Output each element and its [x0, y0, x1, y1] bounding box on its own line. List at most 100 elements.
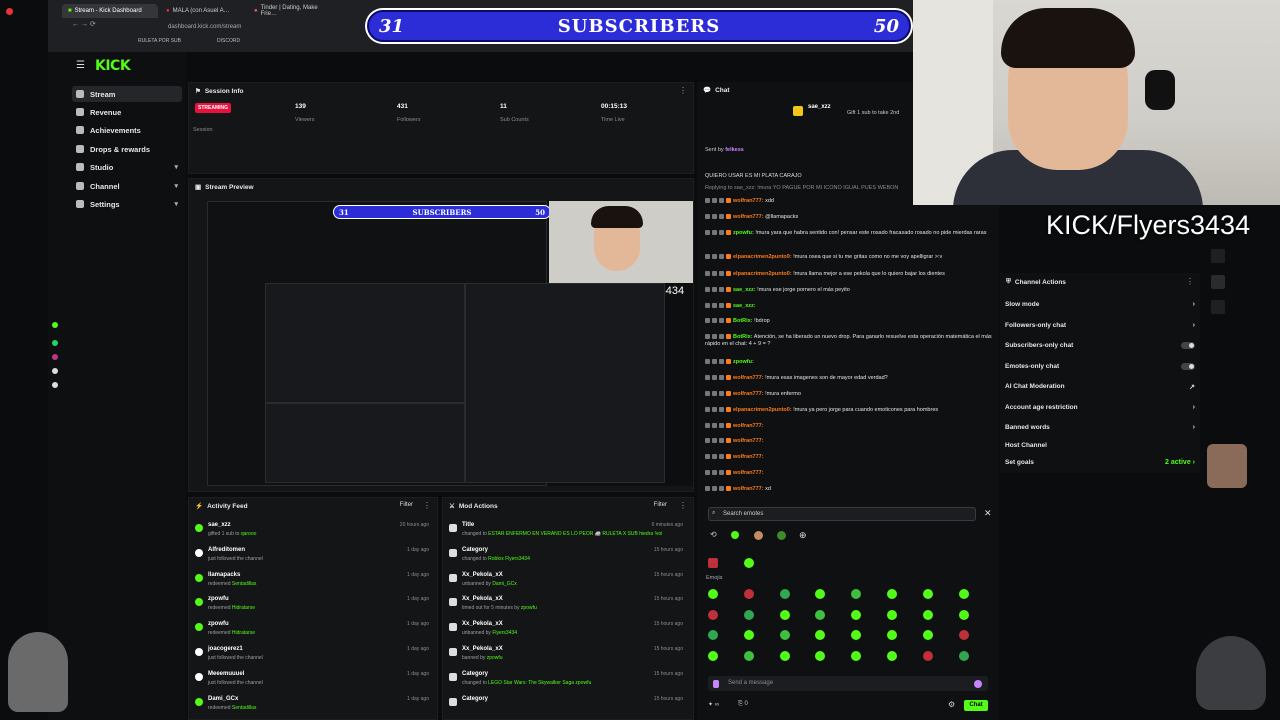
- chat-username[interactable]: elpanacrimen2punto0:: [733, 271, 792, 277]
- close-icon[interactable]: ✕: [984, 508, 992, 519]
- emoji-emote[interactable]: [851, 650, 862, 661]
- emoji-emote[interactable]: [922, 609, 933, 620]
- emoji-emote[interactable]: [743, 650, 754, 661]
- emoji-emote[interactable]: [887, 630, 897, 640]
- more-icon[interactable]: ⋮: [679, 86, 687, 95]
- mod-tools-icon[interactable]: [1211, 275, 1225, 289]
- chat-username[interactable]: wolfran777:: [733, 375, 764, 381]
- chat-username[interactable]: BotRix:: [733, 318, 753, 324]
- back-forward-icon[interactable]: ← → ⟳: [72, 20, 96, 28]
- delete-icon[interactable]: [712, 423, 717, 429]
- channel-action-banned-words[interactable]: Banned words ›: [1005, 424, 1197, 431]
- channel-action-subscribers-only-chat[interactable]: Subscribers-only chat: [1005, 342, 1197, 349]
- delete-icon[interactable]: [712, 407, 717, 413]
- pin-icon[interactable]: [705, 438, 710, 444]
- recent-emotes-icon[interactable]: ⟲: [710, 530, 717, 539]
- delete-icon[interactable]: [712, 303, 717, 309]
- sidebar-item-revenue[interactable]: Revenue: [72, 104, 182, 120]
- global-emotes-icon[interactable]: [777, 531, 786, 540]
- tool-icon[interactable]: [1211, 249, 1225, 263]
- whatsapp-icon[interactable]: [52, 340, 58, 346]
- activity-user[interactable]: Meeemuuuel: [208, 671, 244, 677]
- chat-username[interactable]: elpanacrimen2punto0:: [733, 254, 792, 260]
- channel-emote[interactable]: [744, 558, 754, 568]
- tab-tinder[interactable]: ● Tinder | Dating, Make Frie…: [248, 4, 334, 18]
- timeout-icon[interactable]: [719, 423, 724, 429]
- send-chat-button[interactable]: Chat: [964, 700, 988, 711]
- activity-user[interactable]: Alfreditomen: [208, 547, 245, 553]
- more-icon[interactable]: ⋮: [1186, 277, 1194, 286]
- timeout-icon[interactable]: [719, 375, 724, 381]
- chat-username[interactable]: wolfran777:: [733, 438, 764, 444]
- points-icon[interactable]: ✦ ∞: [708, 701, 719, 708]
- tiktok-icon[interactable]: [52, 368, 58, 374]
- sidebar-item-settings[interactable]: Settings ▾: [72, 196, 182, 212]
- emoji-emote[interactable]: [743, 630, 754, 640]
- emoji-emote[interactable]: [708, 630, 718, 640]
- delete-icon[interactable]: [712, 318, 717, 324]
- pin-icon[interactable]: [705, 423, 710, 429]
- bookmark-ruleta[interactable]: RULETA POR SUB: [138, 38, 181, 44]
- chat-settings-icon[interactable]: ⚙: [948, 700, 955, 709]
- emoji-emote[interactable]: [958, 589, 969, 599]
- wrench-icon[interactable]: [1211, 300, 1225, 314]
- delete-icon[interactable]: [712, 486, 717, 492]
- emote-search-input[interactable]: Search emotes: [708, 507, 976, 521]
- kick-emotes-icon[interactable]: [731, 531, 739, 539]
- chat-username[interactable]: wolfran777:: [733, 214, 764, 220]
- emote-picker-icon[interactable]: [974, 680, 982, 688]
- emoji-emote[interactable]: [779, 589, 790, 599]
- timeout-icon[interactable]: [719, 407, 724, 413]
- chat-username[interactable]: zpowfu:: [733, 230, 754, 236]
- timeout-icon[interactable]: [719, 391, 724, 397]
- emoji-emote[interactable]: [708, 589, 718, 599]
- address-bar[interactable]: dashboard.kick.com/stream: [168, 21, 368, 33]
- tab-kick-dashboard[interactable]: ■ Stream - Kick Dashboard: [62, 4, 158, 18]
- sidebar-item-channel[interactable]: Channel ▾: [72, 178, 182, 194]
- activity-user[interactable]: zpowfu: [208, 621, 229, 627]
- timeout-icon[interactable]: [719, 486, 724, 492]
- delete-icon[interactable]: [712, 230, 717, 236]
- emoji-emote[interactable]: [815, 609, 826, 620]
- channel-action-slow-mode[interactable]: Slow mode ›: [1005, 301, 1197, 308]
- pin-icon[interactable]: [705, 214, 710, 220]
- pin-icon[interactable]: [705, 230, 710, 236]
- channel-action-followers-only-chat[interactable]: Followers-only chat ›: [1005, 322, 1197, 329]
- timeout-icon[interactable]: [719, 454, 724, 460]
- pin-icon[interactable]: [705, 254, 710, 260]
- pin-icon[interactable]: [705, 287, 710, 293]
- pin-icon[interactable]: [705, 470, 710, 476]
- bookmark-discord[interactable]: DISCORD: [217, 38, 240, 44]
- delete-icon[interactable]: [712, 454, 717, 460]
- chat-username[interactable]: sae_xzz:: [733, 287, 756, 293]
- emoji-emote[interactable]: [887, 609, 897, 620]
- emoji-globe-icon[interactable]: ⊕: [799, 530, 807, 541]
- sidebar-item-drops[interactable]: Drops & rewards: [72, 141, 182, 157]
- delete-icon[interactable]: [712, 254, 717, 260]
- activity-user[interactable]: llamapacks: [208, 572, 240, 578]
- pin-icon[interactable]: [705, 198, 710, 204]
- chat-username[interactable]: sae_xzz:: [733, 303, 756, 309]
- delete-icon[interactable]: [712, 375, 717, 381]
- pin-icon[interactable]: [705, 303, 710, 309]
- emoji-emote[interactable]: [779, 609, 790, 620]
- chat-username[interactable]: wolfran777:: [733, 198, 764, 204]
- pin-icon[interactable]: [705, 454, 710, 460]
- pin-icon[interactable]: [705, 334, 710, 340]
- pin-icon[interactable]: [705, 391, 710, 397]
- chat-username[interactable]: elpanacrimen2punto0:: [733, 407, 792, 413]
- sidebar-item-achievements[interactable]: Achievements: [72, 122, 182, 138]
- instagram-icon[interactable]: [52, 354, 58, 360]
- sidebar-item-studio[interactable]: Studio ▾: [72, 159, 182, 175]
- sidebar-item-stream[interactable]: Stream: [72, 86, 182, 102]
- mod-filter-button[interactable]: Filter: [654, 502, 667, 508]
- timeout-icon[interactable]: [719, 254, 724, 260]
- timeout-icon[interactable]: [719, 359, 724, 365]
- channel-action-emotes-only-chat[interactable]: Emotes-only chat: [1005, 363, 1197, 370]
- emoji-emote[interactable]: [922, 650, 933, 661]
- delete-icon[interactable]: [712, 287, 717, 293]
- more-icon[interactable]: ⋮: [679, 501, 687, 510]
- emoji-emote[interactable]: [779, 630, 790, 640]
- emoji-emote[interactable]: [743, 589, 754, 599]
- timeout-icon[interactable]: [719, 271, 724, 277]
